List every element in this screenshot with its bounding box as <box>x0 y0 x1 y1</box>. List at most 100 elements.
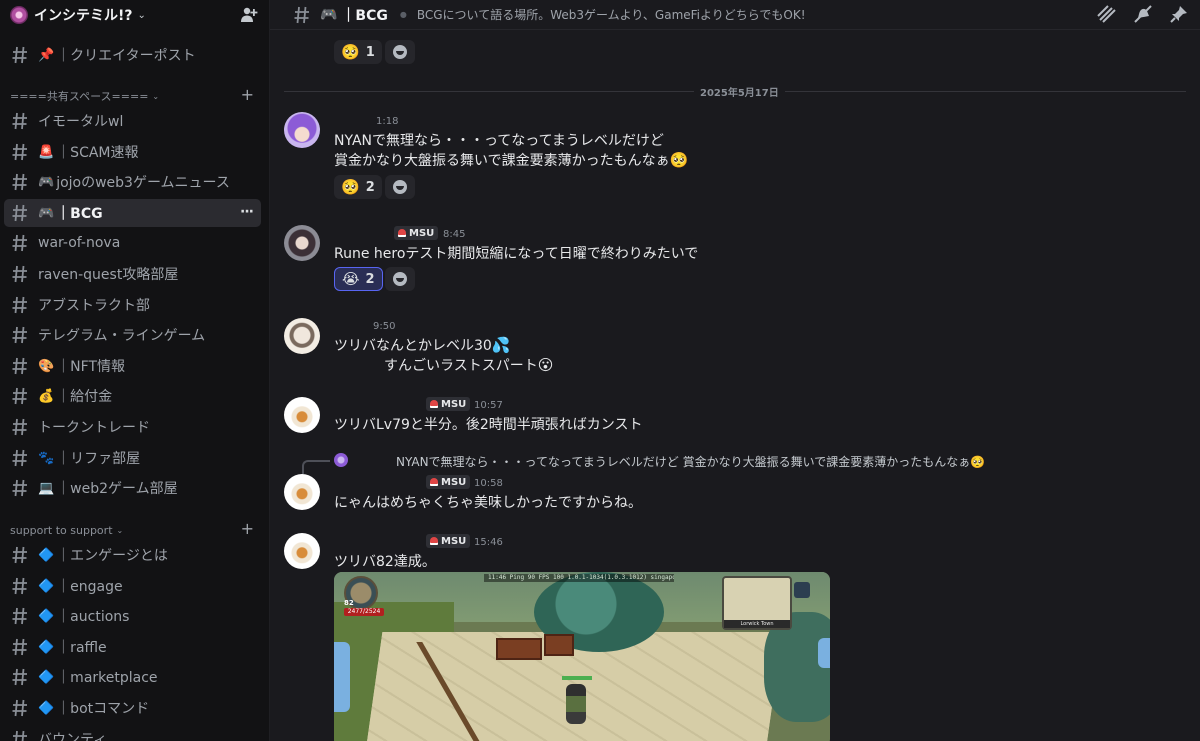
sidebar-channel-channel[interactable]: 🐾 ｜リファ部屋 <box>4 444 261 472</box>
role-tag[interactable]: MSU <box>426 475 471 489</box>
avatar[interactable] <box>284 318 320 354</box>
sidebar-channel-channel[interactable]: 🔷 ｜エンゲージとは <box>4 541 261 569</box>
channel-emoji: 🔷 <box>38 669 55 685</box>
sidebar-channel-channel[interactable]: アブストラクト部 <box>4 291 261 319</box>
chevron-down-icon[interactable]: ⌄ <box>138 10 146 21</box>
message-text: ツリバLv79と半分。後2時間半頑張ればカンスト <box>334 417 643 433</box>
avatar[interactable] <box>284 112 320 148</box>
channel-category[interactable]: support to support ⌄ + <box>10 519 260 538</box>
message-timestamp[interactable]: 10:58 <box>474 478 503 489</box>
channel-emoji: 🎨 <box>38 358 55 374</box>
hashtag-icon <box>12 112 27 130</box>
message-list: 🥺 1 2025年5月17日 1:18 NYANで無理なら・・・ってなってまうレ… <box>270 31 1200 741</box>
channel-label: raven-quest攻略部屋 <box>38 267 179 283</box>
channel-label: ｜NFT情報 <box>56 359 126 375</box>
sidebar-channel-raffle[interactable]: 🔷 ｜raffle <box>4 633 261 661</box>
sidebar-channel-wl[interactable]: イモータルwl <box>4 107 261 135</box>
sidebar-channel-war-of-nova[interactable]: war-of-nova <box>4 229 261 257</box>
role-tag[interactable]: MSU <box>394 226 439 240</box>
server-name: インシテミル!? <box>34 8 133 24</box>
sidebar-channel-channel[interactable]: 💰 ｜給付金 <box>4 382 261 410</box>
channel-label: ｜BCG <box>56 206 103 222</box>
create-channel-icon[interactable]: + <box>241 519 254 538</box>
add-reaction-button[interactable] <box>385 267 415 291</box>
sidebar-channel-bot[interactable]: 🔷 ｜botコマンド <box>4 694 261 722</box>
channel-label: バウンティ <box>38 732 108 741</box>
game-crate <box>544 634 574 656</box>
channel-topic[interactable]: BCGについて語る場所。Web3ゲームより、GameFiよりどちらでもOK! <box>417 6 806 23</box>
add-reaction-button[interactable] <box>385 40 415 64</box>
mushroom-icon <box>430 478 438 486</box>
image-attachment[interactable]: 11:46 Ping 90 FPS 100 1.0.1-1034(1.0.3.1… <box>334 572 830 741</box>
threads-icon[interactable] <box>1096 4 1118 24</box>
game-side-tab <box>818 638 830 668</box>
avatar[interactable] <box>284 397 320 433</box>
sidebar-channel-bcg[interactable]: 🎮 ｜BCG ··· <box>4 199 261 227</box>
game-hp-bar: 2477/2524 <box>344 608 384 616</box>
game-hero-nameplate <box>562 676 592 680</box>
hashtag-icon <box>12 577 27 595</box>
channel-label: war-of-nova <box>38 235 121 251</box>
hashtag-icon <box>12 699 27 717</box>
message-text-line1: ツリバなんとかレベル30💦 <box>334 335 511 355</box>
reaction-pleading[interactable]: 🥺 2 <box>334 175 382 199</box>
add-reaction-icon <box>393 180 407 194</box>
invite-people-icon[interactable] <box>240 6 258 24</box>
reply-preview-text: NYANで無理なら・・・ってなってまうレベルだけど 賞金かなり大盤振る舞いで課金… <box>396 455 971 469</box>
pin-icon[interactable] <box>1168 4 1190 24</box>
sidebar-channel-auctions[interactable]: 🔷 ｜auctions <box>4 602 261 630</box>
message-text: にゃんはめちゃくちゃ美味しかったですからね。 <box>334 495 642 511</box>
message-timestamp[interactable]: 1:18 <box>376 116 398 127</box>
reply-connector <box>302 460 330 474</box>
sidebar-channel-channel[interactable]: 📌 ｜クリエイターポスト <box>4 41 261 69</box>
channel-label: ｜リファ部屋 <box>56 451 141 467</box>
server-header[interactable]: インシテミル!? ⌄ <box>0 0 270 30</box>
sidebar-channel-channel[interactable]: トークントレード <box>4 413 261 441</box>
channel-emoji: 🎮 <box>38 205 55 221</box>
role-tag[interactable]: MSU <box>426 534 471 548</box>
avatar[interactable] <box>284 533 320 569</box>
sidebar-channel-engage[interactable]: 🔷 ｜engage <box>4 572 261 600</box>
reaction-count: 2 <box>365 271 375 287</box>
reaction-crying[interactable]: 😭 2 <box>334 267 383 291</box>
create-channel-icon[interactable]: + <box>241 85 254 104</box>
message-text-line2: 賞金かなり大盤振る舞いで課金要素薄かったもんなぁ🥺 <box>334 150 688 170</box>
channel-category[interactable]: ====共有スペース==== ⌄ + <box>10 85 260 104</box>
add-reaction-button[interactable] <box>385 175 415 199</box>
sidebar-channel-web2[interactable]: 💻 ｜web2ゲーム部屋 <box>4 474 261 502</box>
game-menu-icon <box>794 582 810 598</box>
channel-label: ｜SCAM速報 <box>56 145 139 161</box>
sidebar-channel-channel[interactable]: テレグラム・ラインゲーム <box>4 321 261 349</box>
message-timestamp[interactable]: 15:46 <box>474 537 503 548</box>
more-options-icon[interactable]: ··· <box>240 204 254 220</box>
message-text-content: ツリバなんとかレベル30 <box>334 338 492 354</box>
channel-label: イモータルwl <box>38 114 124 130</box>
avatar[interactable] <box>284 225 320 261</box>
notification-muted-icon[interactable] <box>1132 4 1154 24</box>
hashtag-icon <box>13 730 27 741</box>
channel-label: ｜marketplace <box>56 670 158 686</box>
channel-emoji: 🎮 <box>38 174 55 190</box>
sidebar-channel-marketplace[interactable]: 🔷 ｜marketplace <box>4 663 261 691</box>
sidebar-channel-channel[interactable]: バウンティ <box>4 725 261 741</box>
reaction-emoji: 😭 <box>342 270 360 288</box>
avatar[interactable] <box>284 474 320 510</box>
message-text-content: 賞金かなり大盤振る舞いで課金要素薄かったもんなぁ <box>334 153 670 169</box>
message-timestamp[interactable]: 8:45 <box>443 229 465 240</box>
channel-emoji: 🔷 <box>38 639 55 655</box>
sidebar-channel-jojo-web3[interactable]: 🎮 jojoのweb3ゲームニュース <box>4 168 261 196</box>
sidebar-channel-scam[interactable]: 🚨 ｜SCAM速報 <box>4 138 261 166</box>
sidebar-channel-raven-quest[interactable]: raven-quest攻略部屋 <box>4 260 261 288</box>
sidebar-channel-nft[interactable]: 🎨 ｜NFT情報 <box>4 352 261 380</box>
role-tag[interactable]: MSU <box>426 397 471 411</box>
sweat-drops-emoji: 💦 <box>491 336 511 354</box>
reaction-pleading[interactable]: 🥺 1 <box>334 40 382 64</box>
hashtag-icon <box>294 6 309 23</box>
hashtag-icon <box>12 234 27 252</box>
game-side-tab <box>334 642 350 712</box>
reply-preview[interactable]: NYANで無理なら・・・ってなってまうレベルだけど 賞金かなり大盤振る舞いで課金… <box>396 453 985 470</box>
channel-topbar: 🎮 ｜BCG ● BCGについて語る場所。Web3ゲームより、GameFiよりど… <box>270 0 1200 30</box>
message-timestamp[interactable]: 9:50 <box>373 321 395 332</box>
message-timestamp[interactable]: 10:57 <box>474 400 503 411</box>
category-label: support to support <box>10 523 113 537</box>
